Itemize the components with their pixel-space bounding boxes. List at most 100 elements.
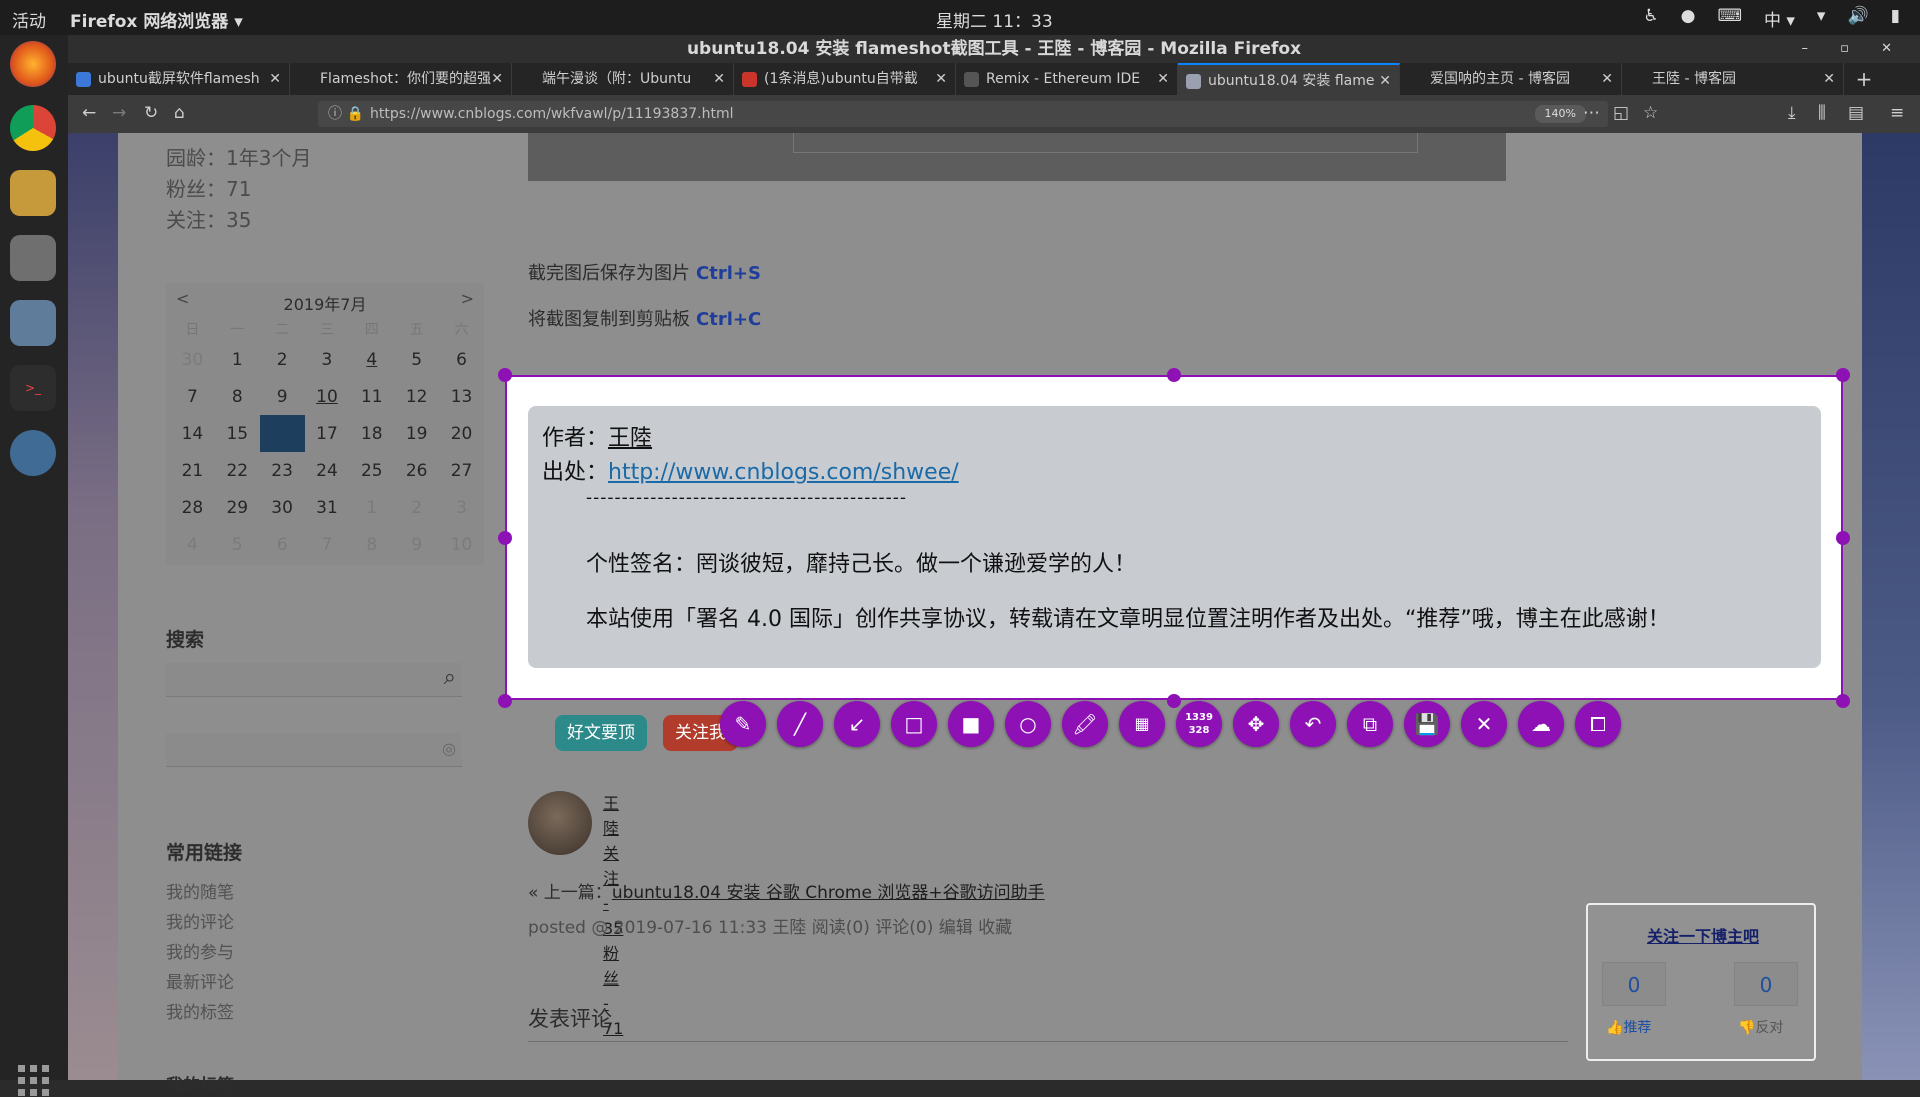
- link-my-comments[interactable]: 我的评论: [166, 908, 234, 938]
- software-icon[interactable]: [10, 300, 56, 346]
- copy-icon[interactable]: ⧉: [1347, 701, 1393, 747]
- clock[interactable]: 星期二 11：33: [936, 7, 1053, 32]
- zoom-indicator[interactable]: 140%: [1534, 105, 1586, 123]
- arrow-icon[interactable]: ↙: [834, 701, 880, 747]
- firefox-icon[interactable]: [10, 41, 56, 87]
- window-controls[interactable]: – ▫ ✕: [1802, 35, 1906, 63]
- library-icon[interactable]: ⫼: [1818, 103, 1826, 123]
- tab-7[interactable]: 王陸 - 博客园 ✕: [1622, 63, 1844, 95]
- avatar[interactable]: [528, 791, 592, 855]
- calendar-day-link[interactable]: 10: [305, 378, 350, 415]
- keyboard-icon[interactable]: ⌨: [1717, 6, 1742, 31]
- home-icon[interactable]: ⌂: [174, 103, 185, 123]
- resize-handle-top[interactable]: [1167, 368, 1181, 382]
- close-tab-icon[interactable]: ✕: [1823, 63, 1835, 95]
- files-icon[interactable]: [10, 235, 56, 281]
- circle-icon[interactable]: ○: [1005, 701, 1051, 747]
- settings-icon[interactable]: [10, 430, 56, 476]
- terminal-icon[interactable]: >_: [10, 365, 56, 411]
- tab-5[interactable]: ubuntu18.04 安装 flame ✕: [1178, 63, 1400, 95]
- show-apps-icon[interactable]: [18, 1065, 50, 1097]
- google-icon[interactable]: ◎: [442, 739, 456, 758]
- downloads-icon[interactable]: ⤓: [1788, 103, 1796, 123]
- tab-3[interactable]: (1条消息)ubuntu自带截 ✕: [734, 63, 956, 95]
- recommend-button[interactable]: 👍推荐: [1606, 1017, 1651, 1037]
- menu-icon[interactable]: ≡: [1890, 103, 1904, 123]
- pencil-icon[interactable]: ✎: [720, 701, 766, 747]
- activities-button[interactable]: 活动: [12, 7, 46, 32]
- battery-icon[interactable]: ▮: [1891, 6, 1900, 31]
- close-tab-icon[interactable]: ✕: [1379, 65, 1391, 95]
- close-tab-icon[interactable]: ✕: [1157, 63, 1169, 95]
- close-tab-icon[interactable]: ✕: [491, 63, 503, 95]
- resize-handle-top-left[interactable]: [498, 368, 512, 382]
- recommend-post-button[interactable]: 好文要顶: [555, 715, 647, 751]
- search-icon[interactable]: ⌕: [444, 665, 456, 690]
- chrome-icon[interactable]: [10, 105, 56, 151]
- google-search-input[interactable]: ◎: [166, 733, 462, 767]
- link-latest-comments[interactable]: 最新评论: [166, 968, 234, 998]
- save-icon[interactable]: 💾: [1404, 701, 1450, 747]
- tab-2[interactable]: 端午漫谈（附：Ubuntu ✕: [512, 63, 734, 95]
- ime-indicator[interactable]: 中 ▾: [1764, 6, 1795, 31]
- undo-icon[interactable]: ↶: [1290, 701, 1336, 747]
- upload-icon[interactable]: ☁: [1518, 701, 1564, 747]
- rectangle-icon[interactable]: □: [891, 701, 937, 747]
- line-icon[interactable]: ╱: [777, 701, 823, 747]
- tab-0[interactable]: ubuntu截屏软件flamesh ✕: [68, 63, 290, 95]
- app-indicator-icon[interactable]: ●: [1681, 6, 1696, 31]
- link-my-tags[interactable]: 我的标签: [166, 998, 234, 1028]
- page-actions-icon[interactable]: ⋯: [1583, 103, 1600, 123]
- lock-icon[interactable]: ⓘ 🔒: [328, 101, 364, 127]
- link-my-posts[interactable]: 我的随笔: [166, 878, 234, 908]
- close-tab-icon[interactable]: ✕: [269, 63, 281, 95]
- exit-icon[interactable]: ✕: [1461, 701, 1507, 747]
- follow-blogger-link[interactable]: 关注一下博主吧: [1588, 923, 1818, 947]
- wifi-icon[interactable]: ▾: [1817, 6, 1826, 31]
- oppose-button[interactable]: 👎反对: [1738, 1017, 1783, 1037]
- pocket-icon[interactable]: ◱: [1613, 103, 1629, 123]
- follow-value[interactable]: 35: [226, 208, 251, 232]
- capture-selection[interactable]: 作者：王陸 出处：http://www.cnblogs.com/shwee/ -…: [505, 375, 1843, 700]
- tab-6[interactable]: 爱国呐的主页 - 博客园 ✕: [1400, 63, 1622, 95]
- close-tab-icon[interactable]: ✕: [713, 63, 725, 95]
- app-menu[interactable]: Firefox 网络浏览器 ▾: [70, 7, 243, 32]
- close-tab-icon[interactable]: ✕: [1601, 63, 1613, 95]
- resize-handle-right[interactable]: [1836, 531, 1850, 545]
- search-input[interactable]: ⌕: [166, 663, 462, 697]
- author-name-link[interactable]: 王陸: [603, 791, 623, 841]
- resize-handle-bottom-right[interactable]: [1836, 694, 1850, 708]
- sidebar-icon[interactable]: ▤: [1848, 103, 1864, 123]
- forward-icon[interactable]: →: [112, 103, 126, 123]
- volume-icon[interactable]: 🔊: [1847, 6, 1868, 31]
- back-icon[interactable]: ←: [82, 103, 96, 123]
- resize-handle-left[interactable]: [498, 531, 512, 545]
- url-bar[interactable]: ⓘ 🔒 https://www.cnblogs.com/wkfvawl/p/11…: [318, 101, 1608, 127]
- author-link[interactable]: 王陸: [608, 426, 652, 451]
- accessibility-icon[interactable]: ♿: [1643, 6, 1658, 31]
- open-app-icon[interactable]: ⧠: [1575, 701, 1621, 747]
- recommend-count[interactable]: 0: [1602, 962, 1666, 1006]
- blur-icon[interactable]: ▦: [1119, 701, 1165, 747]
- calendar-day-link[interactable]: 4: [349, 341, 394, 378]
- oppose-count[interactable]: 0: [1734, 962, 1798, 1006]
- fans-value[interactable]: 71: [226, 177, 251, 201]
- mail-icon[interactable]: [10, 170, 56, 216]
- bookmark-star-icon[interactable]: ☆: [1643, 103, 1658, 123]
- link-my-participation[interactable]: 我的参与: [166, 938, 234, 968]
- new-tab-button[interactable]: +: [1844, 63, 1884, 95]
- selection-size-button[interactable]: 1339 328: [1176, 701, 1222, 747]
- marker-icon[interactable]: 🖍: [1062, 701, 1108, 747]
- reload-icon[interactable]: ↻: [144, 103, 158, 123]
- prev-post-link[interactable]: ubuntu18.04 安装 谷歌 Chrome 浏览器+谷歌访问助手: [612, 883, 1045, 903]
- resize-handle-bottom[interactable]: [1167, 694, 1181, 708]
- tab-1[interactable]: Flameshot：你们要的超强 ✕: [290, 63, 512, 95]
- resize-handle-top-right[interactable]: [1836, 368, 1850, 382]
- close-tab-icon[interactable]: ✕: [935, 63, 947, 95]
- tab-4[interactable]: Remix - Ethereum IDE ✕: [956, 63, 1178, 95]
- source-link[interactable]: http://www.cnblogs.com/shwee/: [608, 460, 959, 485]
- calendar-today[interactable]: 16: [259, 415, 305, 452]
- calendar-next[interactable]: >: [461, 289, 474, 308]
- resize-handle-bottom-left[interactable]: [498, 694, 512, 708]
- filled-rectangle-icon[interactable]: ■: [948, 701, 994, 747]
